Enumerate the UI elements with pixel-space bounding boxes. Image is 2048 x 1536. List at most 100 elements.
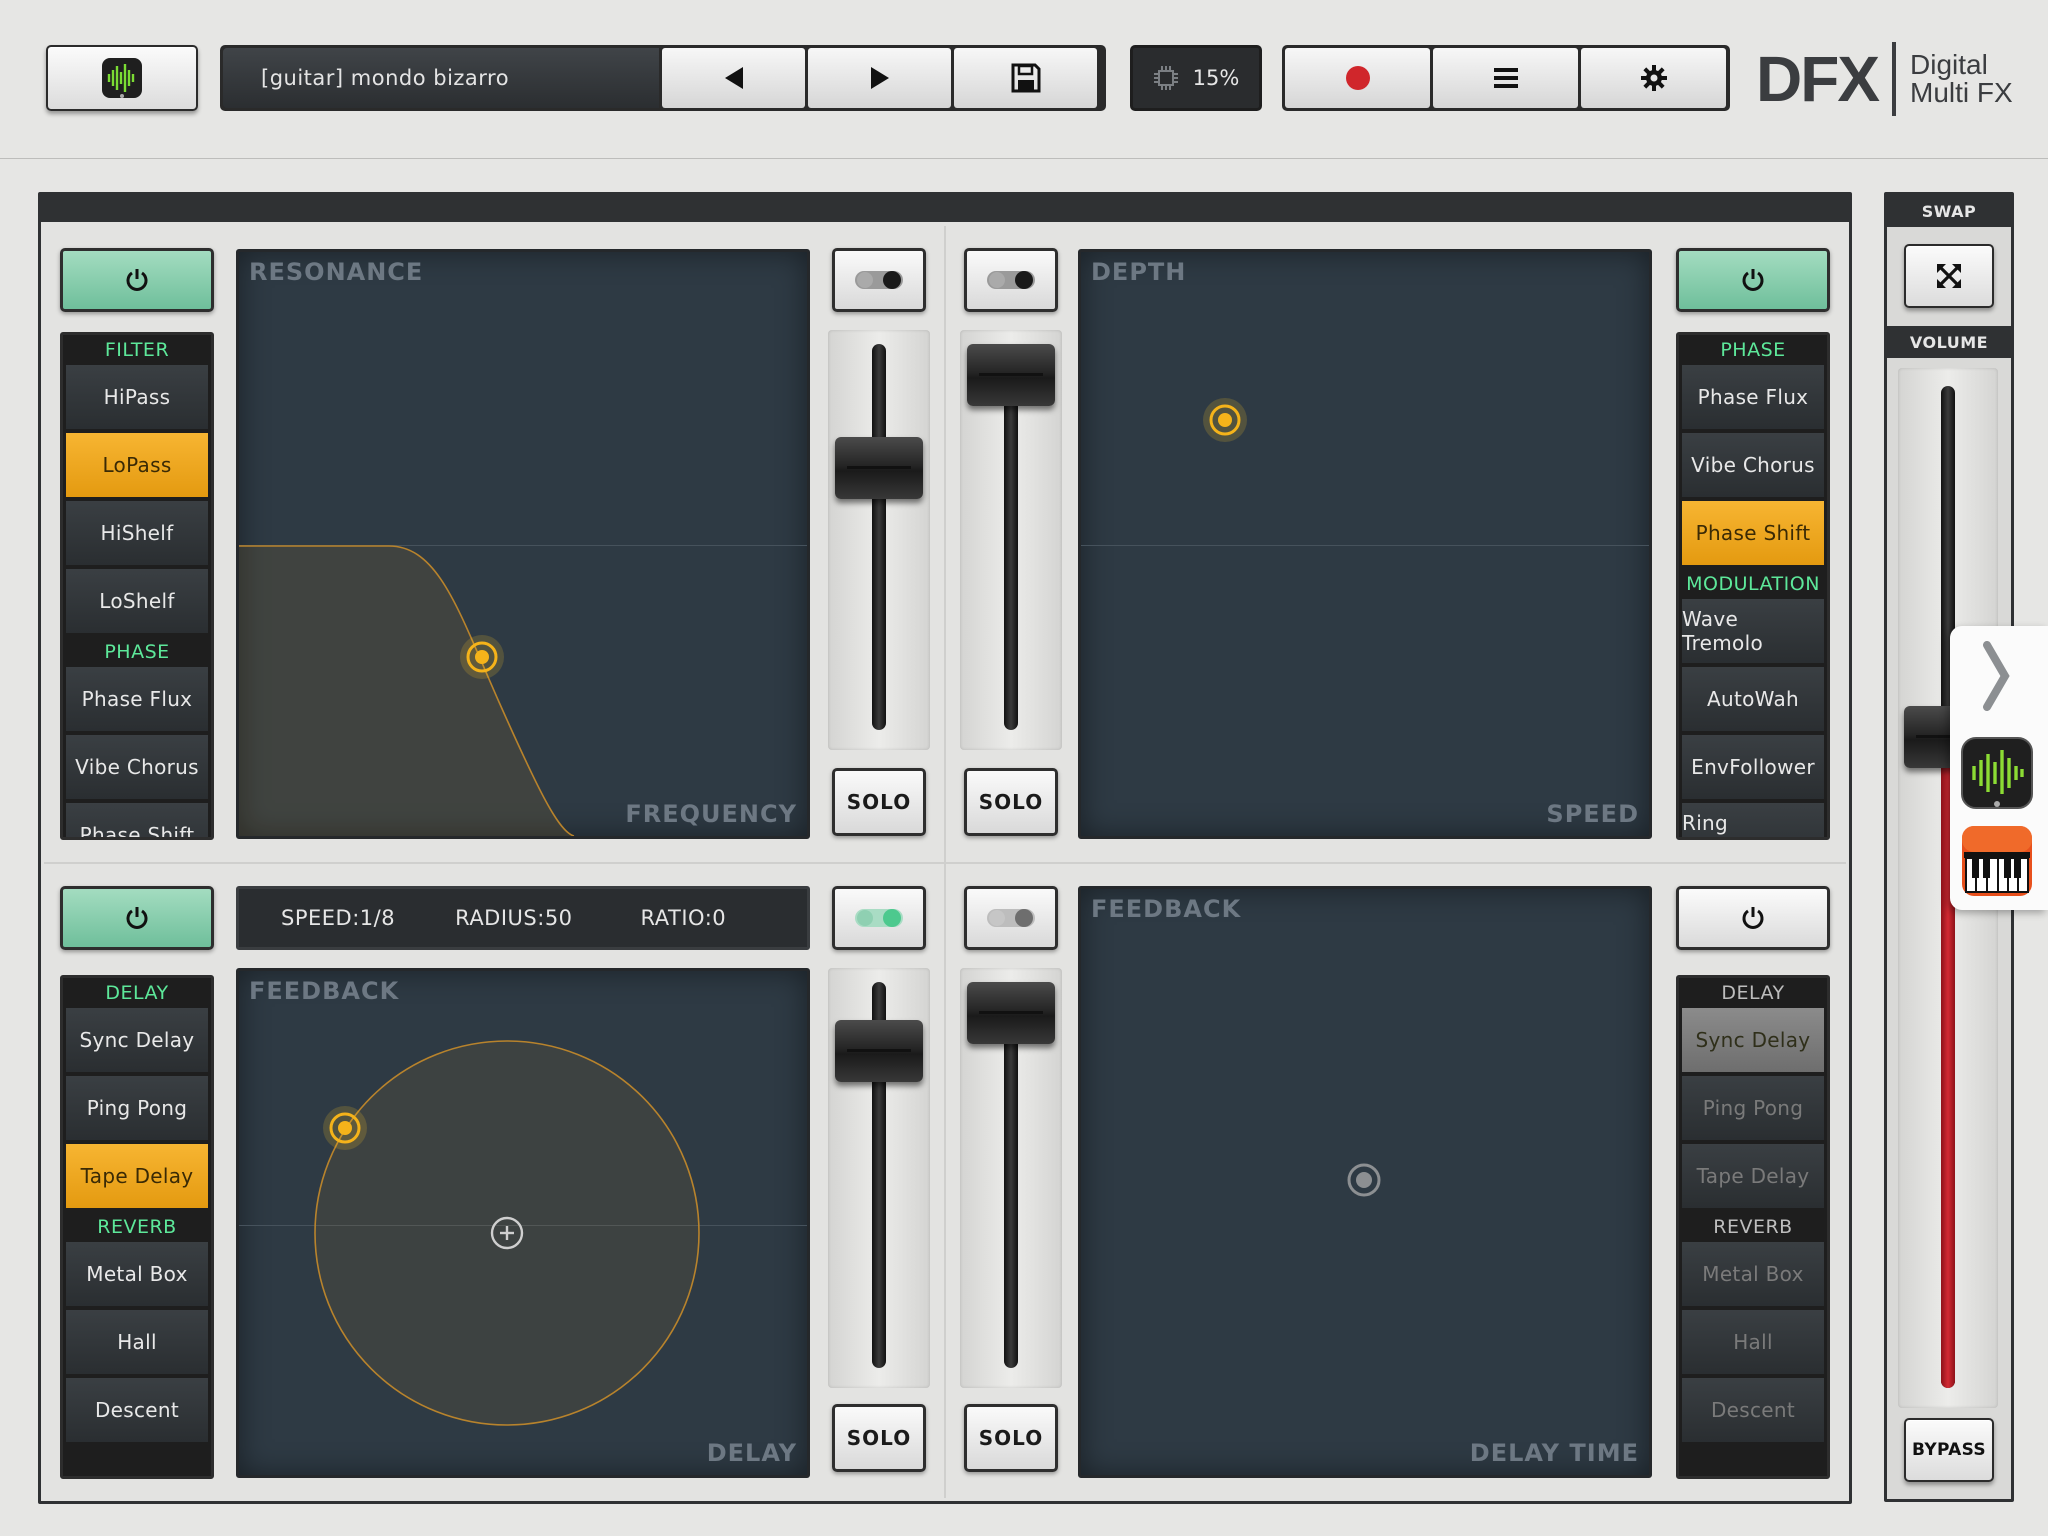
floppy-disk-icon [1011, 63, 1040, 93]
fx-item-metal-box[interactable]: Metal Box [1682, 1242, 1824, 1306]
fx-item-descent[interactable]: Descent [1682, 1378, 1824, 1442]
xy-pad-delay[interactable]: FEEDBACK DELAY [236, 968, 810, 1478]
previous-preset-button[interactable] [662, 48, 805, 108]
link-toggle-button[interactable] [832, 248, 926, 312]
fx-list-header: DELAY [105, 982, 169, 1004]
power-button-delay[interactable] [60, 886, 214, 950]
pad-handle[interactable] [321, 1104, 369, 1152]
dfx-logo: DFX Digital Multi FX [1756, 38, 2016, 120]
toggle-icon [855, 271, 903, 289]
save-preset-button[interactable] [954, 48, 1097, 108]
fx-item-tape-delay[interactable]: Tape Delay [66, 1144, 208, 1208]
solo-button[interactable]: SOLO [964, 768, 1058, 836]
xy-pad-phase[interactable]: DEPTH SPEED [1078, 249, 1652, 839]
link-toggle-button[interactable] [964, 248, 1058, 312]
drawer-app-combo-organ[interactable] [1960, 824, 2034, 898]
swap-button[interactable] [1904, 244, 1994, 308]
fx-item-lopass[interactable]: LoPass [66, 433, 208, 497]
triangle-right-icon [870, 67, 889, 89]
fx-item-phase-shift[interactable]: Phase Shift [66, 803, 208, 837]
fx-list-delay: DELAY Sync Delay Ping Pong Tape Delay RE… [60, 975, 214, 1479]
fx-item-sync-delay[interactable]: Sync Delay [1682, 1008, 1824, 1072]
cpu-value: 15% [1192, 66, 1240, 90]
pad-x-label: DELAY [706, 1439, 797, 1467]
power-icon [1742, 907, 1764, 929]
fx-item-sync-delay[interactable]: Sync Delay [66, 1008, 208, 1072]
fx-list-header: MODULATION [1686, 573, 1820, 595]
logo-subtitle-line2: Multi FX [1910, 77, 2013, 108]
xy-pad-delay-right[interactable]: FEEDBACK DELAY TIME [1078, 886, 1652, 1478]
fx-item-hishelf[interactable]: HiShelf [66, 501, 208, 565]
fx-item-descent[interactable]: Descent [66, 1378, 208, 1442]
fx-item-phase-flux[interactable]: Phase Flux [66, 667, 208, 731]
record-icon [1345, 66, 1370, 90]
logo-divider [1892, 42, 1896, 116]
fx-item-metal-box[interactable]: Metal Box [66, 1242, 208, 1306]
fx-list-header: PHASE [1720, 339, 1786, 361]
organ-keyboard-app-icon [1962, 826, 2032, 896]
slider-knob[interactable] [835, 1020, 923, 1082]
fx-list-header: FILTER [104, 339, 170, 361]
param-radius[interactable]: RADIUS:50 [455, 906, 572, 930]
fx-item-ping-pong[interactable]: Ping Pong [66, 1076, 208, 1140]
solo-button[interactable]: SOLO [832, 1404, 926, 1472]
fx-item-envfollower[interactable]: EnvFollower [1682, 735, 1824, 799]
cpu-meter: 15% [1130, 45, 1262, 111]
link-toggle-button[interactable] [832, 886, 926, 950]
drawer-expand-button[interactable] [1972, 636, 2020, 716]
power-button-phase[interactable] [1676, 248, 1830, 312]
fx-item-vibe-chorus[interactable]: Vibe Chorus [66, 735, 208, 799]
app-switcher-button[interactable] [46, 45, 198, 111]
settings-button[interactable] [1581, 48, 1726, 108]
fx-item-hall[interactable]: Hall [66, 1310, 208, 1374]
fx-item-tape-delay[interactable]: Tape Delay [1682, 1144, 1824, 1208]
drawer-app-dfx[interactable] [1960, 736, 2034, 810]
fx-item-phase-shift[interactable]: Phase Shift [1682, 501, 1824, 565]
power-icon [126, 907, 148, 929]
slider-knob[interactable] [967, 982, 1055, 1044]
fx-item-ping-pong[interactable]: Ping Pong [1682, 1076, 1824, 1140]
solo-button[interactable]: SOLO [832, 768, 926, 836]
fx-item-vibe-chorus[interactable]: Vibe Chorus [1682, 433, 1824, 497]
fx-item-phase-flux[interactable]: Phase Flux [1682, 365, 1824, 429]
link-toggle-button[interactable] [964, 886, 1058, 950]
fx-list-header: REVERB [97, 1216, 177, 1238]
slider-knob[interactable] [967, 344, 1055, 406]
gear-icon [1640, 65, 1667, 91]
solo-button[interactable]: SOLO [964, 1404, 1058, 1472]
fx-item-hipass[interactable]: HiPass [66, 365, 208, 429]
volume-label: VOLUME [1909, 332, 1989, 352]
filter-curve [239, 545, 575, 836]
menu-button[interactable] [1433, 48, 1578, 108]
power-icon [126, 269, 148, 291]
param-ratio[interactable]: RATIO:0 [641, 906, 727, 930]
fx-list-header: PHASE [104, 641, 170, 663]
slider-knob[interactable] [835, 437, 923, 499]
pad-x-label: DELAY TIME [1469, 1439, 1639, 1467]
fx-item-wave-tremolo[interactable]: Wave Tremolo [1682, 599, 1824, 663]
pad-handle[interactable] [1201, 396, 1249, 444]
pad-handle[interactable] [1346, 1162, 1382, 1198]
next-preset-button[interactable] [808, 48, 951, 108]
fx-item-hall[interactable]: Hall [1682, 1310, 1824, 1374]
logo-subtitle-line1: Digital [1910, 49, 1988, 80]
pad-handle[interactable] [458, 633, 506, 681]
fx-item-loshelf[interactable]: LoShelf [66, 569, 208, 633]
fx-item-ring-modulator[interactable]: Ring Modulator [1682, 803, 1824, 837]
power-button-delay-right[interactable] [1676, 886, 1830, 950]
record-button[interactable] [1285, 48, 1430, 108]
delay-params-bar: SPEED:1/8 RADIUS:50 RATIO:0 [236, 886, 810, 950]
preset-name[interactable]: [guitar] mondo bizarro [223, 48, 659, 108]
power-button-filter[interactable] [60, 248, 214, 312]
pad-y-label: DEPTH [1091, 258, 1187, 286]
cpu-chip-icon [1153, 66, 1178, 90]
fx-list-header: DELAY [1721, 982, 1785, 1004]
panel-divider-vertical [944, 226, 946, 1498]
param-speed[interactable]: SPEED:1/8 [281, 906, 395, 930]
preset-bar: [guitar] mondo bizarro [220, 45, 1106, 111]
bypass-button[interactable]: BYPASS [1904, 1418, 1994, 1482]
transport-group [1282, 45, 1730, 111]
xy-pad-filter[interactable]: RESONANCE FREQUENCY [236, 249, 810, 839]
fx-item-autowah[interactable]: AutoWah [1682, 667, 1824, 731]
bypass-label: BYPASS [1912, 1440, 1986, 1460]
